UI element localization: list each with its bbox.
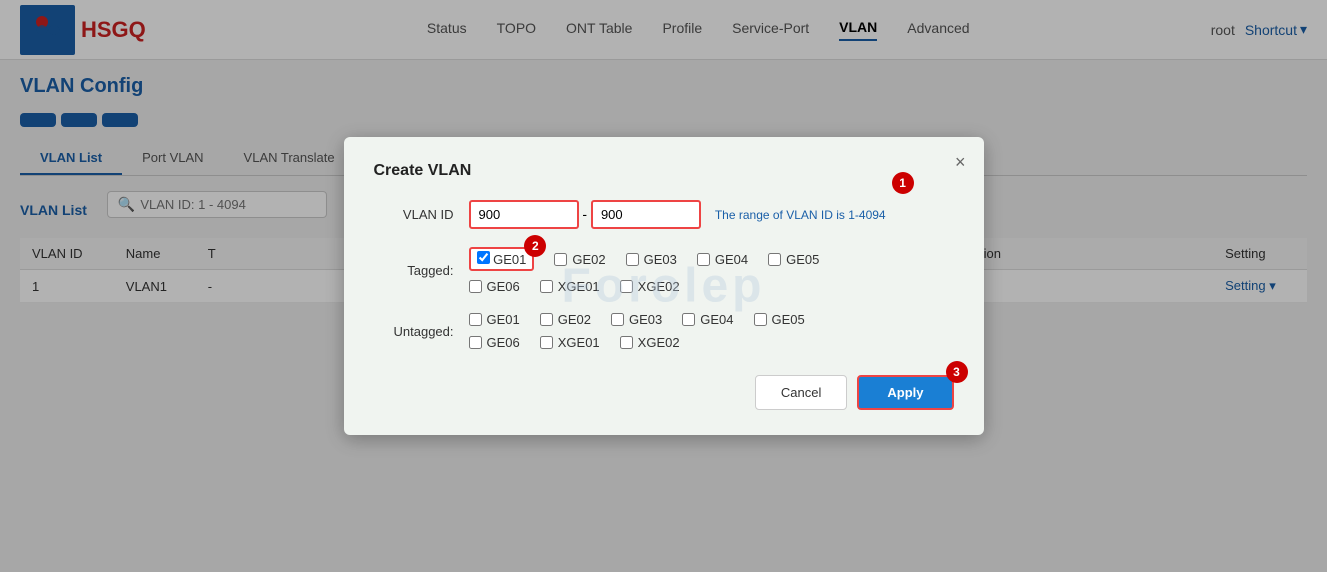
untagged-xge02[interactable]: XGE02 bbox=[620, 335, 680, 350]
dialog-title: Create VLAN bbox=[374, 162, 954, 180]
tagged-ge06[interactable]: GE06 bbox=[469, 279, 520, 294]
dash-separator: - bbox=[582, 206, 587, 222]
untagged-ge05[interactable]: GE05 bbox=[754, 312, 805, 327]
cancel-button[interactable]: Cancel bbox=[755, 375, 847, 410]
untagged-xge01-label: XGE01 bbox=[558, 335, 600, 350]
apply-button[interactable]: Apply bbox=[857, 375, 953, 410]
untagged-ge01-checkbox[interactable] bbox=[469, 313, 482, 326]
tagged-row-2: GE06 XGE01 XGE02 bbox=[469, 279, 954, 294]
tagged-ge02[interactable]: GE02 bbox=[554, 252, 605, 267]
untagged-ge05-checkbox[interactable] bbox=[754, 313, 767, 326]
tagged-ge01[interactable]: 2 GE01 bbox=[469, 247, 535, 271]
tagged-ge01-checkbox[interactable] bbox=[477, 251, 490, 264]
tagged-ge05-label: GE05 bbox=[786, 252, 819, 267]
untagged-ge03[interactable]: GE03 bbox=[611, 312, 662, 327]
tagged-checkboxes: 2 GE01 GE02 GE03 GE04 bbox=[469, 247, 954, 294]
untagged-ge06[interactable]: GE06 bbox=[469, 335, 520, 350]
tagged-ge04[interactable]: GE04 bbox=[697, 252, 748, 267]
untagged-ge02-checkbox[interactable] bbox=[540, 313, 553, 326]
untagged-ge05-label: GE05 bbox=[772, 312, 805, 327]
untagged-checkboxes: GE01 GE02 GE03 GE04 bbox=[469, 312, 954, 350]
dialog-overlay: Forolep Create VLAN × VLAN ID 1 - The ra… bbox=[0, 0, 1327, 572]
step3-badge: 3 bbox=[946, 361, 968, 383]
untagged-ge03-label: GE03 bbox=[629, 312, 662, 327]
step2-badge: 2 bbox=[524, 235, 546, 257]
tagged-row-1: 2 GE01 GE02 GE03 GE04 bbox=[469, 247, 954, 271]
apply-btn-container: 3 Apply bbox=[857, 375, 953, 410]
tagged-label: Tagged: bbox=[374, 263, 454, 278]
vlan-id-row: VLAN ID 1 - The range of VLAN ID is 1-40… bbox=[374, 200, 954, 229]
untagged-ge06-checkbox[interactable] bbox=[469, 336, 482, 349]
tagged-xge01-label: XGE01 bbox=[558, 279, 600, 294]
close-button[interactable]: × bbox=[955, 152, 966, 173]
step3-badge-container: 3 bbox=[946, 361, 968, 383]
tagged-ge06-checkbox[interactable] bbox=[469, 280, 482, 293]
tagged-ge03-label: GE03 bbox=[644, 252, 677, 267]
untagged-ge04-checkbox[interactable] bbox=[682, 313, 695, 326]
untagged-ge01-label: GE01 bbox=[487, 312, 520, 327]
tagged-xge02-checkbox[interactable] bbox=[620, 280, 633, 293]
tagged-ge03[interactable]: GE03 bbox=[626, 252, 677, 267]
range-hint: The range of VLAN ID is 1-4094 bbox=[715, 208, 886, 222]
step2-badge-container: 2 bbox=[524, 235, 546, 257]
tagged-ge03-checkbox[interactable] bbox=[626, 253, 639, 266]
tagged-ge04-checkbox[interactable] bbox=[697, 253, 710, 266]
untagged-ge03-checkbox[interactable] bbox=[611, 313, 624, 326]
untagged-xge02-label: XGE02 bbox=[638, 335, 680, 350]
untagged-ge01[interactable]: GE01 bbox=[469, 312, 520, 327]
tagged-ge02-checkbox[interactable] bbox=[554, 253, 567, 266]
vlan-id-from-input[interactable] bbox=[469, 200, 579, 229]
vlan-id-to-input[interactable] bbox=[591, 200, 701, 229]
tagged-xge02-label: XGE02 bbox=[638, 279, 680, 294]
vlan-id-inputs: 1 - The range of VLAN ID is 1-4094 bbox=[469, 200, 886, 229]
untagged-ge02[interactable]: GE02 bbox=[540, 312, 591, 327]
untagged-row-2: GE06 XGE01 XGE02 bbox=[469, 335, 954, 350]
vlan-id-label: VLAN ID bbox=[374, 207, 454, 222]
tagged-xge01[interactable]: XGE01 bbox=[540, 279, 600, 294]
create-vlan-dialog: Forolep Create VLAN × VLAN ID 1 - The ra… bbox=[344, 137, 984, 435]
step1-badge-container: 1 bbox=[892, 172, 914, 194]
step1-badge: 1 bbox=[892, 172, 914, 194]
untagged-label: Untagged: bbox=[374, 324, 454, 339]
tagged-ge04-label: GE04 bbox=[715, 252, 748, 267]
untagged-row: Untagged: GE01 GE02 GE03 bbox=[374, 312, 954, 350]
tagged-ge05[interactable]: GE05 bbox=[768, 252, 819, 267]
untagged-ge04-label: GE04 bbox=[700, 312, 733, 327]
untagged-xge01-checkbox[interactable] bbox=[540, 336, 553, 349]
untagged-xge02-checkbox[interactable] bbox=[620, 336, 633, 349]
untagged-row-1: GE01 GE02 GE03 GE04 bbox=[469, 312, 954, 327]
untagged-ge04[interactable]: GE04 bbox=[682, 312, 733, 327]
tagged-ge01-label: GE01 bbox=[493, 252, 526, 267]
tagged-ge05-checkbox[interactable] bbox=[768, 253, 781, 266]
tagged-xge01-checkbox[interactable] bbox=[540, 280, 553, 293]
dialog-footer: Cancel 3 Apply bbox=[374, 375, 954, 410]
untagged-ge06-label: GE06 bbox=[487, 335, 520, 350]
tagged-row: Tagged: 2 GE01 GE02 bbox=[374, 247, 954, 294]
untagged-xge01[interactable]: XGE01 bbox=[540, 335, 600, 350]
tagged-ge06-label: GE06 bbox=[487, 279, 520, 294]
untagged-ge02-label: GE02 bbox=[558, 312, 591, 327]
tagged-ge02-label: GE02 bbox=[572, 252, 605, 267]
tagged-xge02[interactable]: XGE02 bbox=[620, 279, 680, 294]
